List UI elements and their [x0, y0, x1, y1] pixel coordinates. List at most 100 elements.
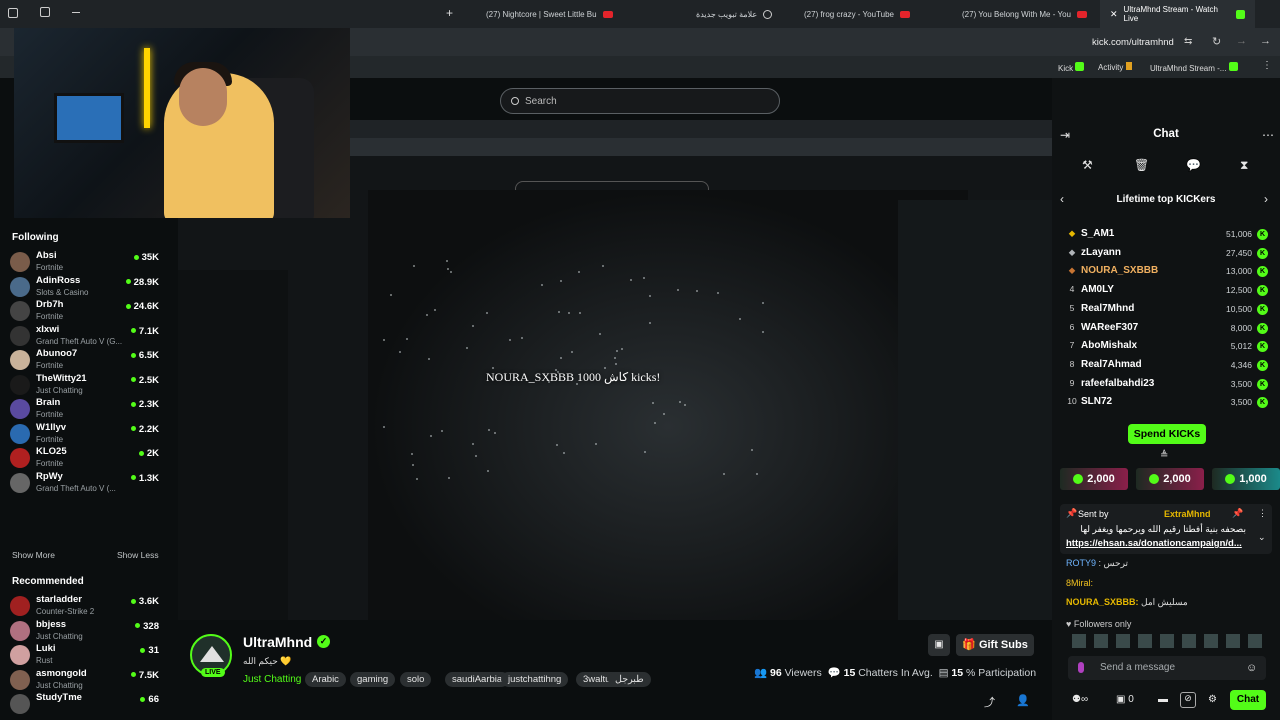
pinned-menu-icon[interactable]: ⋮: [1258, 508, 1267, 519]
channel-game: Fortnite: [36, 410, 64, 419]
kick-coin-icon: K: [1257, 322, 1268, 334]
share-icon[interactable]: ⤴: [984, 694, 995, 710]
viewer-count: 2.5K: [131, 375, 159, 386]
bookmark-ultramhnd[interactable]: UltraMhnd Stream -...: [1150, 62, 1238, 73]
leaderboard-row[interactable]: 10 SLN72 3,500 K: [1066, 394, 1268, 412]
tab-search-icon[interactable]: [40, 7, 50, 17]
kick-icon: [1236, 9, 1245, 19]
chat-icon[interactable]: 💬: [1186, 158, 1201, 172]
new-tab-button[interactable]: +: [446, 6, 453, 20]
tab-ultramhnd[interactable]: ✕ UltraMhnd Stream - Watch Live: [1100, 0, 1255, 28]
kick-amount-chip[interactable]: 1,000: [1212, 468, 1280, 490]
kick-amount-chip[interactable]: 2,000: [1060, 468, 1128, 490]
pinned-link[interactable]: https://ehsan.sa/donationcampaign/d...: [1066, 538, 1242, 549]
bookmark-activity[interactable]: Activity: [1098, 62, 1132, 72]
hammer-icon[interactable]: ⚒: [1082, 158, 1093, 172]
avatar: [10, 325, 30, 346]
kick-coin-icon: [1225, 474, 1236, 485]
close-icon[interactable]: ✕: [1110, 9, 1118, 20]
leaderboard-row[interactable]: ◆ zLayann 27,450 K: [1066, 245, 1268, 263]
reload-icon[interactable]: ↻: [1212, 35, 1221, 48]
url-field[interactable]: kick.com/ultramhnd: [1092, 37, 1174, 48]
kick-alert-text: NOURA_SXBBB كاش 1000 kicks!: [486, 370, 661, 384]
leaderboard-row[interactable]: 4 AM0LY 12,500 K: [1066, 282, 1268, 300]
streamer-face: [179, 68, 227, 126]
stream-tag[interactable]: طبرجل: [608, 672, 651, 687]
chat-send-button[interactable]: Chat: [1230, 690, 1266, 710]
window-icon[interactable]: [8, 8, 18, 18]
spend-kicks-button[interactable]: Spend KICKs: [1128, 424, 1206, 444]
emoji-icon[interactable]: ☺: [1246, 662, 1257, 674]
show-less-link[interactable]: Show Less: [117, 550, 159, 560]
avatar: [10, 399, 30, 419]
trash-icon[interactable]: 🗑: [1134, 158, 1149, 172]
chevron-down-icon[interactable]: ⌄: [1258, 532, 1266, 543]
streamer-name[interactable]: UltraMhnd: [243, 634, 312, 650]
particle-dot: [683, 403, 686, 406]
led-light: [144, 48, 150, 128]
bookmark-kick[interactable]: Kick: [1058, 62, 1085, 73]
channel-game: Slots & Casino: [36, 287, 89, 297]
stream-tag[interactable]: Arabic: [305, 672, 346, 687]
stream-tag[interactable]: saudiAarbia: [445, 672, 510, 687]
tab-frog-crazy[interactable]: (27) frog crazy - YouTube: [794, 0, 934, 28]
hourglass-icon[interactable]: ⧗: [1240, 158, 1248, 173]
back-icon[interactable]: →: [1236, 35, 1247, 47]
users-icon[interactable]: ⚉∞: [1072, 694, 1088, 705]
channel-game: Just Chatting: [36, 385, 83, 395]
particle-dot: [604, 367, 607, 370]
send-message-input[interactable]: Send a message: [1068, 656, 1266, 680]
verified-icon: ✓: [317, 635, 330, 648]
stream-tag[interactable]: justchattihng: [501, 672, 569, 687]
tab-new-tab[interactable]: علامة تبويب جديدة: [686, 0, 786, 28]
stream-tag[interactable]: solo: [400, 672, 432, 687]
show-more-link[interactable]: Show More: [12, 550, 55, 560]
chat-bubble-icon: 💬: [827, 667, 841, 679]
viewer-count: 6.5K: [131, 350, 159, 361]
search-input[interactable]: Search: [500, 88, 780, 114]
next-arrow-icon[interactable]: ›: [1264, 192, 1268, 206]
tab-nightcore[interactable]: (27) Nightcore | Sweet Little Bu: [476, 0, 626, 28]
clip-button[interactable]: ▣: [928, 634, 950, 656]
kick-coin-icon: K: [1257, 341, 1268, 353]
mic-icon[interactable]: [1078, 662, 1084, 673]
settings-icon[interactable]: ⚙: [1208, 694, 1217, 705]
kick-coin-icon: K: [1257, 359, 1268, 371]
particle-dot: [648, 321, 651, 324]
gift-subs-button[interactable]: 🎁 Gift Subs: [956, 634, 1034, 656]
category-link[interactable]: Just Chatting: [243, 674, 301, 685]
mute-icon[interactable]: ⊘: [1180, 692, 1196, 708]
leaderboard-row[interactable]: ◆ NOURA_SXBBB 13,000 K: [1066, 263, 1268, 281]
kicks-counter[interactable]: ▣ 0: [1116, 694, 1134, 705]
leaderboard-row[interactable]: ◆ S_AM1 51,006 K: [1066, 226, 1268, 244]
message-icon[interactable]: ▬: [1158, 694, 1168, 705]
clip-icon: ▣: [934, 639, 944, 650]
follow-icon[interactable]: 👤: [1016, 694, 1030, 707]
recommended-item[interactable]: StudyTme 66: [10, 690, 165, 718]
leaderboard-row[interactable]: 5 Real7Mhnd 10,500 K: [1066, 301, 1268, 319]
expand-icon[interactable]: ≜: [1160, 450, 1168, 461]
leaderboard-row[interactable]: 9 rafeefalbahdi23 3,500 K: [1066, 376, 1268, 394]
kick-amount-chip[interactable]: 2,000: [1136, 468, 1204, 490]
viewer-count: 66: [140, 694, 159, 705]
pin-toggle-icon[interactable]: 📌: [1232, 508, 1243, 519]
minimize-icon[interactable]: [72, 12, 80, 13]
particle-dot: [696, 290, 699, 293]
site-settings-icon[interactable]: ⇆: [1184, 36, 1192, 47]
particle-dot: [445, 260, 448, 263]
channel-name: AdinRoss: [36, 274, 81, 286]
particle-dot: [717, 292, 720, 295]
channel-game: Fortnite: [36, 263, 64, 272]
percent-icon: ▤: [938, 667, 949, 679]
following-item[interactable]: RpWy Grand Theft Auto V (... 1.3K: [10, 469, 165, 497]
leaderboard-row[interactable]: 7 AboMishalx 5,012 K: [1066, 338, 1268, 356]
forward-icon[interactable]: →: [1260, 35, 1271, 47]
particle-dot: [486, 470, 489, 473]
tab-you-belong[interactable]: (27) You Belong With Me - You: [952, 0, 1100, 28]
menu-icon[interactable]: ⋮: [1262, 60, 1272, 71]
leaderboard-row[interactable]: 8 Real7Ahmad 4,346 K: [1066, 357, 1268, 375]
leaderboard-row[interactable]: 6 WAReeF307 8,000 K: [1066, 320, 1268, 338]
pinned-sender[interactable]: ExtraMhnd: [1164, 509, 1211, 519]
chat-menu-icon[interactable]: ⋯: [1262, 128, 1274, 142]
stream-tag[interactable]: gaming: [350, 672, 396, 687]
